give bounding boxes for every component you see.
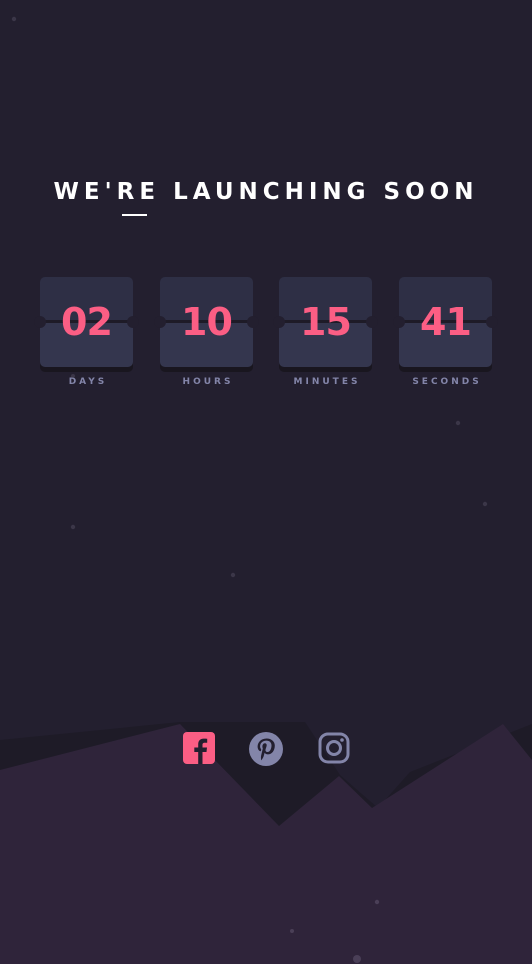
star [374,899,380,905]
countdown-minutes: 15 MINUTES [273,277,378,387]
flip-card: 02 [34,277,139,372]
facebook-icon [183,732,215,764]
star [455,420,461,426]
seconds-value: 41 [420,300,472,344]
days-value: 02 [61,300,113,344]
star [482,501,488,507]
flip-card: 10 [154,277,259,372]
star [11,16,17,22]
days-label: DAYS [68,377,108,387]
minutes-label: MINUTES [293,377,361,387]
hours-value: 10 [181,300,233,344]
flip-card: 41 [393,277,498,372]
star [290,929,294,933]
page-title: WE'RE LAUNCHING SOON [53,179,479,205]
title-underline [122,214,147,216]
instagram-icon [318,732,350,764]
countdown-seconds: 41 SECONDS [393,277,498,387]
instagram-link[interactable] [317,731,351,765]
facebook-link[interactable] [182,731,216,765]
star [70,524,76,530]
seconds-label: SECONDS [412,377,482,387]
star [230,572,236,578]
flip-card: 15 [273,277,378,372]
launch-page: WE'RE LAUNCHING SOON 02 DAYS 10 HOURS 15… [0,0,532,964]
pinterest-link[interactable] [248,731,283,766]
countdown-timer: 02 DAYS 10 HOURS 15 MINUTES 41 SECONDS [34,277,498,397]
pinterest-icon [249,732,283,766]
minutes-value: 15 [300,300,352,344]
hours-label: HOURS [182,377,234,387]
countdown-hours: 10 HOURS [154,277,259,387]
social-links [0,731,532,767]
star [353,955,361,963]
countdown-days: 02 DAYS [34,277,139,387]
